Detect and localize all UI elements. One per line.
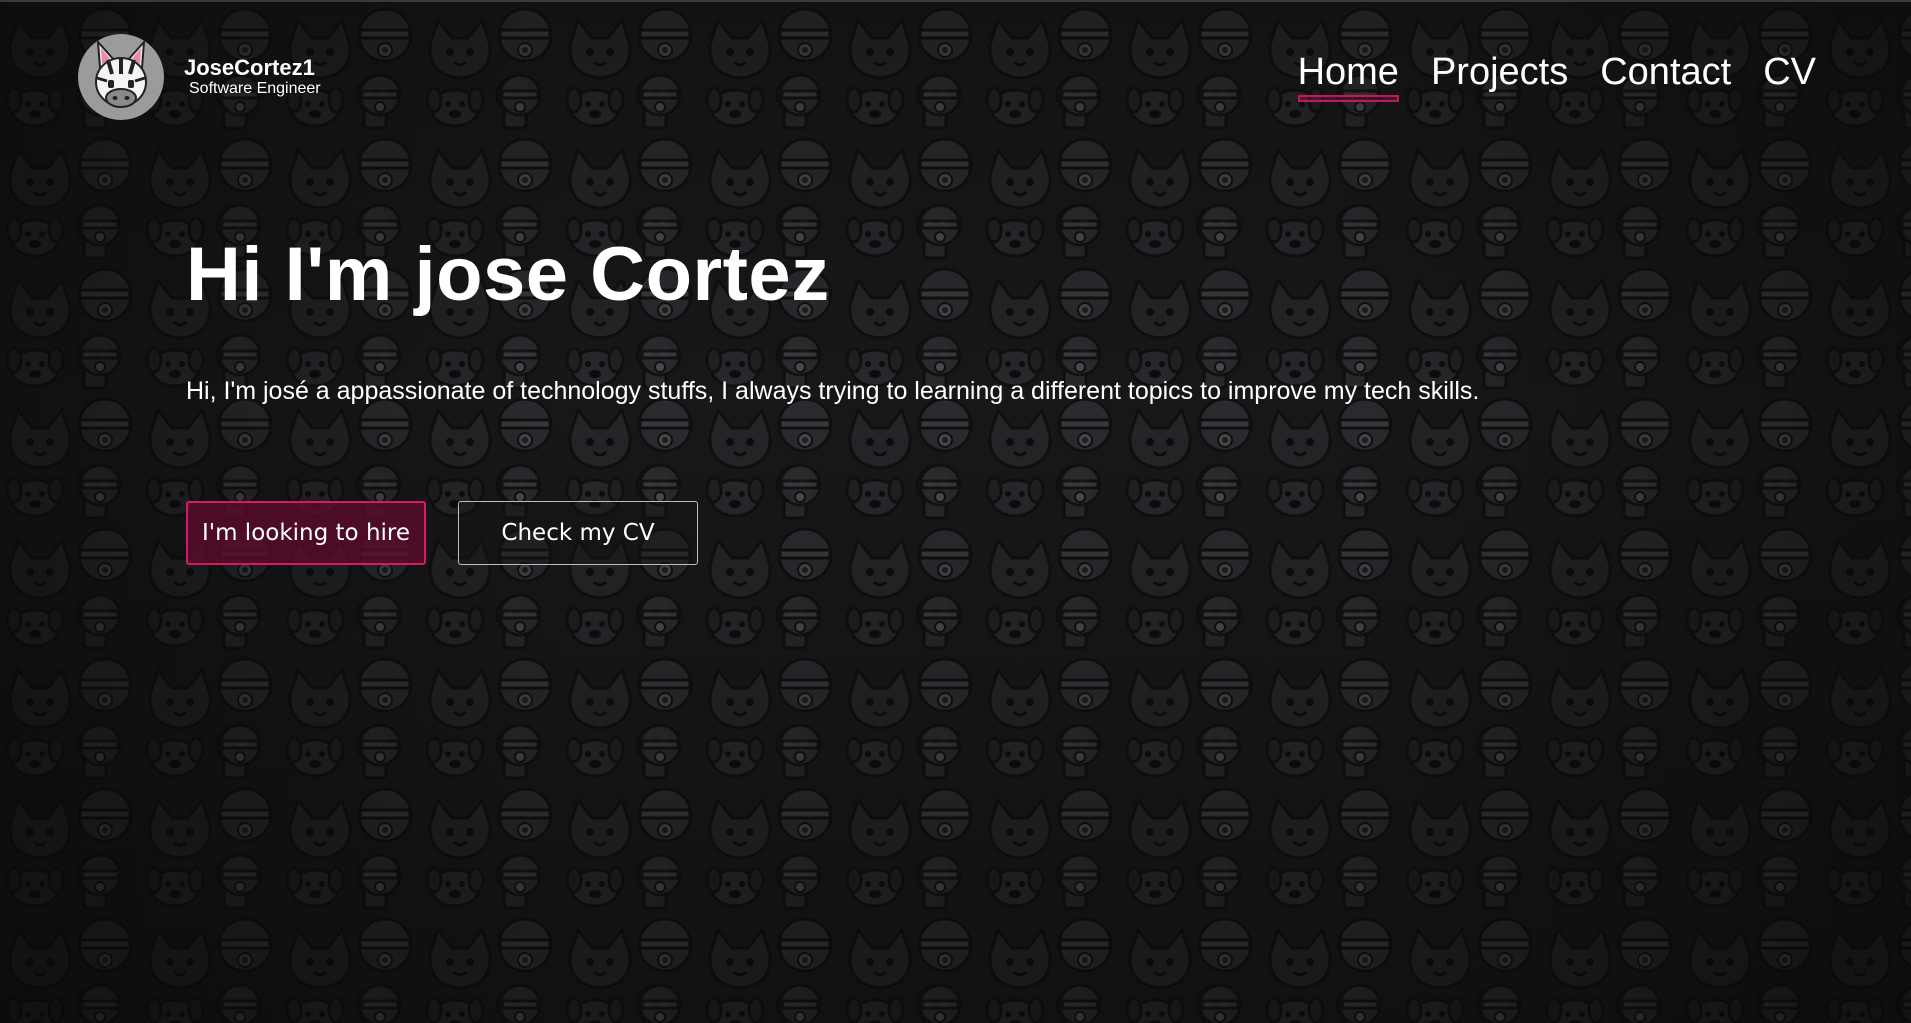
check-cv-button[interactable]: Check my CV [458, 501, 698, 565]
zebra-icon [78, 34, 164, 120]
brand-name: JoseCortez1 [184, 55, 315, 80]
nav-home[interactable]: Home [1297, 50, 1400, 102]
site-header: JoseCortez1 Software Engineer Home Proje… [0, 0, 1911, 130]
hero-section: Hi I'm jose Cortez Hi, I'm josé a appass… [186, 230, 1479, 565]
brand-text: JoseCortez1 Software Engineer [184, 56, 321, 98]
nav-projects[interactable]: Projects [1431, 50, 1568, 102]
hire-button[interactable]: I'm looking to hire [186, 501, 426, 565]
page: JoseCortez1 Software Engineer Home Proje… [0, 0, 1911, 1023]
brand[interactable]: JoseCortez1 Software Engineer [78, 34, 321, 120]
nav-contact[interactable]: Contact [1600, 50, 1731, 102]
main-nav: Home Projects Contact CV [1297, 50, 1816, 102]
hero-intro: Hi, I'm josé a appassionate of technolog… [186, 377, 1480, 405]
nav-cv[interactable]: CV [1763, 50, 1816, 102]
hero-actions: I'm looking to hire Check my CV [186, 501, 1479, 565]
hero-title: Hi I'm jose Cortez [186, 232, 830, 317]
brand-role: Software Engineer [189, 80, 321, 97]
